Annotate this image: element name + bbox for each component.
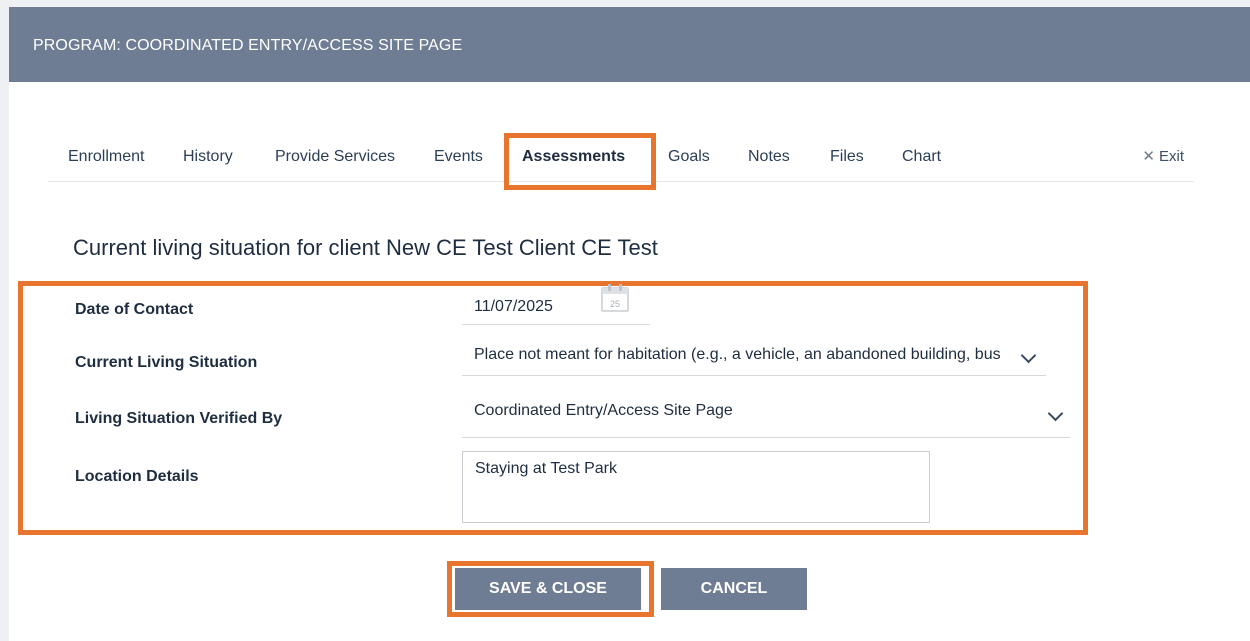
cancel-button[interactable]: CANCEL (661, 568, 807, 610)
current-living-situation-value: Place not meant for habitation (e.g., a … (474, 346, 1030, 364)
verified-by-select[interactable]: Coordinated Entry/Access Site Page (462, 392, 1070, 438)
verified-by-label: Living Situation Verified By (75, 410, 283, 427)
date-of-contact-label: Date of Contact (75, 301, 194, 318)
program-title: PROGRAM: COORDINATED ENTRY/ACCESS SITE P… (33, 37, 463, 54)
tab-files[interactable]: Files (830, 130, 864, 180)
close-icon: ✕ (1142, 148, 1155, 165)
tab-goals[interactable]: Goals (668, 130, 710, 180)
calendar-day: 25 (610, 299, 620, 309)
exit-button[interactable]: ✕ Exit (1142, 130, 1184, 180)
program-header: PROGRAM: COORDINATED ENTRY/ACCESS SITE P… (9, 7, 1250, 82)
location-details-value: Staying at Test Park (475, 460, 617, 477)
tab-events[interactable]: Events (434, 130, 483, 180)
tab-assessments[interactable]: Assessments (522, 130, 625, 180)
tab-notes[interactable]: Notes (748, 130, 790, 180)
tab-provide-services[interactable]: Provide Services (275, 130, 395, 180)
location-details-label: Location Details (75, 468, 199, 485)
tab-bar: Enrollment History Provide Services Even… (48, 130, 1194, 182)
current-living-situation-label: Current Living Situation (75, 354, 258, 371)
tab-chart[interactable]: Chart (902, 130, 941, 180)
calendar-icon[interactable]: 25 (600, 283, 630, 313)
location-details-textarea[interactable]: Staying at Test Park (462, 451, 930, 523)
current-living-situation-select[interactable]: Place not meant for habitation (e.g., a … (462, 336, 1046, 376)
form-title: Current living situation for client New … (73, 235, 658, 260)
tab-history[interactable]: History (183, 130, 233, 180)
chevron-down-icon (1047, 405, 1064, 422)
save-close-button[interactable]: SAVE & CLOSE (455, 568, 641, 610)
date-of-contact-value: 11/07/2025 (474, 298, 553, 315)
exit-label: Exit (1158, 148, 1184, 165)
verified-by-value: Coordinated Entry/Access Site Page (474, 402, 733, 419)
tab-enrollment[interactable]: Enrollment (68, 130, 144, 180)
